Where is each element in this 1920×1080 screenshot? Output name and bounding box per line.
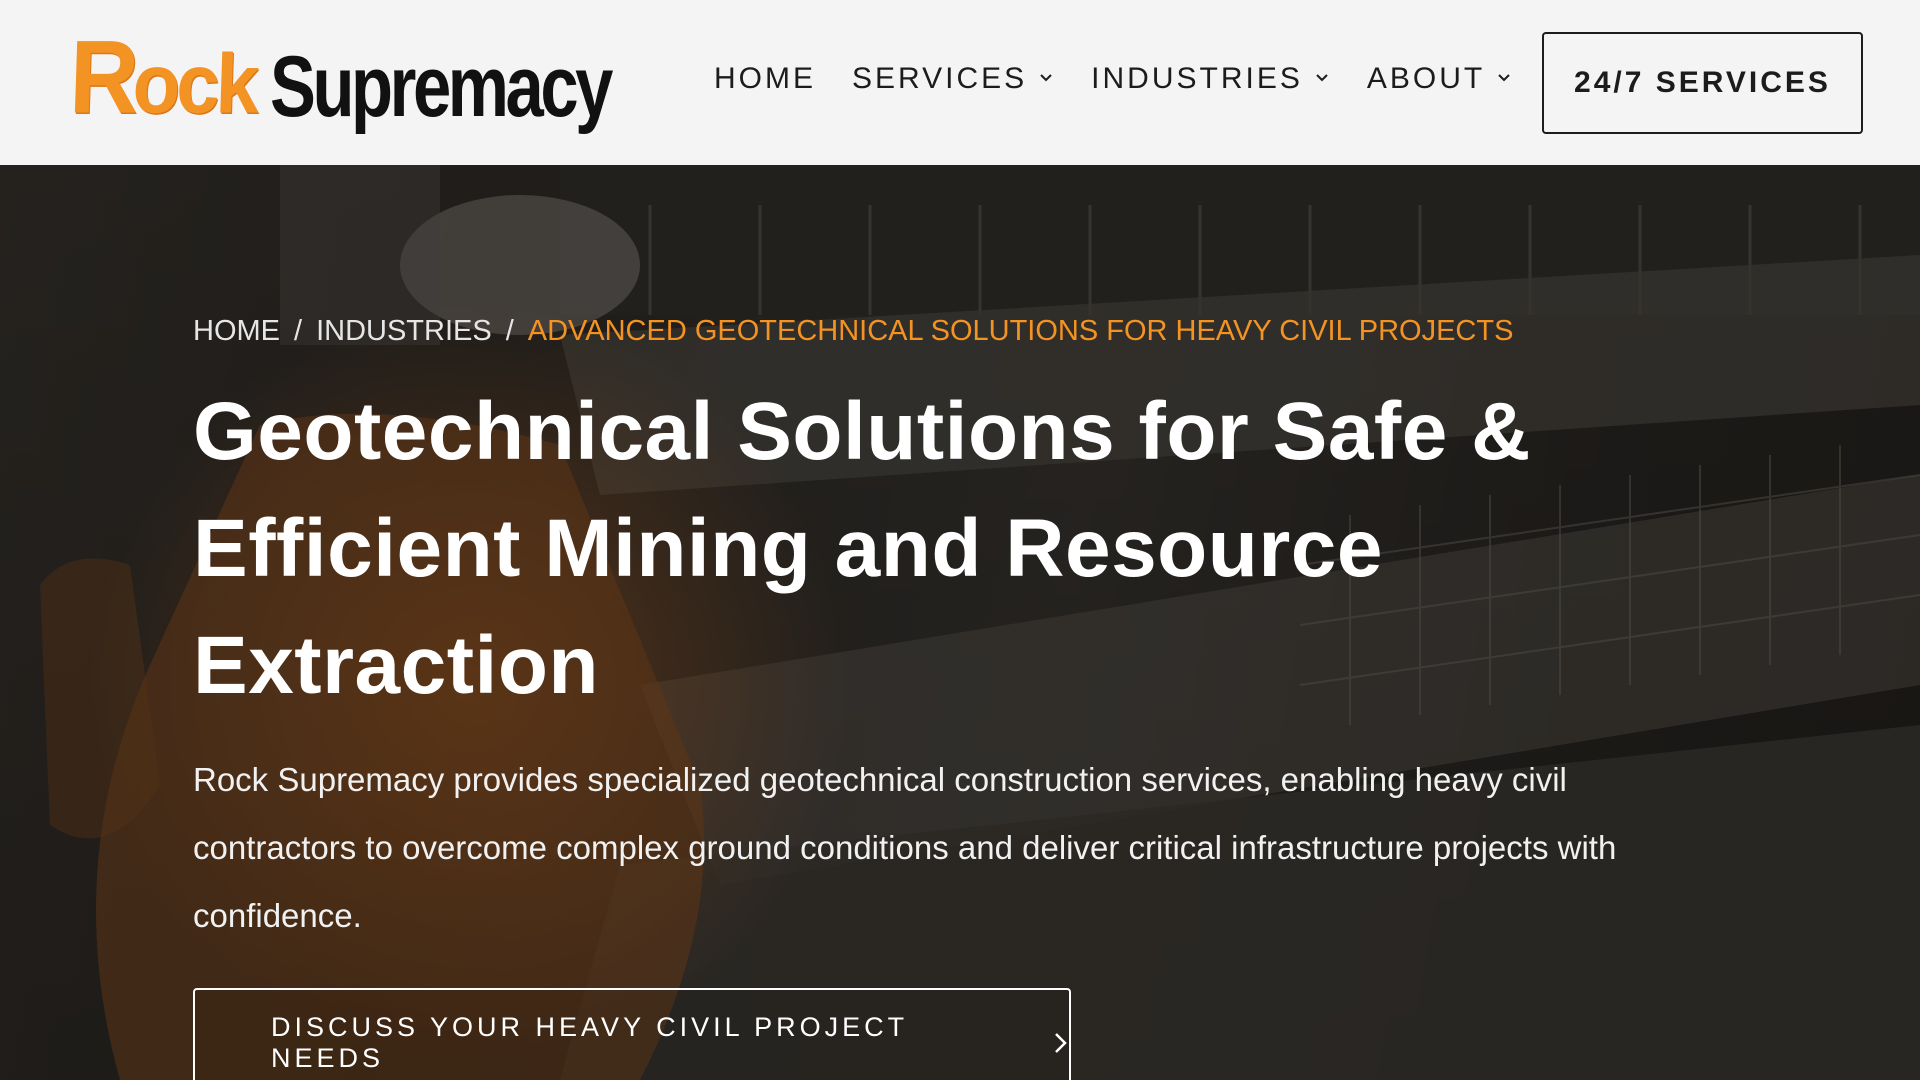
- breadcrumb-separator: /: [294, 315, 303, 347]
- discuss-project-button[interactable]: DISCUSS YOUR HEAVY CIVIL PROJECT NEEDS: [193, 988, 1071, 1080]
- logo-supremacy-text: Supremacy: [269, 38, 613, 135]
- breadcrumb: HOME / INDUSTRIES / ADVANCED GEOTECHNICA…: [193, 315, 1513, 348]
- breadcrumb-separator: /: [505, 315, 514, 347]
- chevron-down-icon: [1037, 68, 1055, 86]
- nav-item-industries[interactable]: INDUSTRIES: [1091, 62, 1331, 96]
- nav-item-home[interactable]: HOME: [714, 62, 816, 96]
- nav-item-services[interactable]: SERVICES: [852, 62, 1055, 96]
- breadcrumb-home-link[interactable]: HOME: [193, 315, 280, 348]
- nav-item-label: INDUSTRIES: [1091, 62, 1303, 95]
- logo-rock-rest: ock: [131, 36, 257, 132]
- site-logo[interactable]: Rock Supremacy: [68, 20, 665, 136]
- chevron-right-icon: [1053, 1030, 1069, 1056]
- nav-item-label: HOME: [714, 62, 816, 95]
- nav-item-label: ABOUT: [1366, 62, 1486, 95]
- nav-item-about[interactable]: ABOUT: [1367, 62, 1513, 96]
- services-24-7-button[interactable]: 24/7 SERVICES: [1542, 32, 1863, 134]
- chevron-down-icon: [1313, 68, 1331, 86]
- hero-description: Rock Supremacy provides specialized geot…: [193, 761, 1617, 934]
- site-header: Rock Supremacy HOME SERVICES INDUSTRIES …: [0, 0, 1920, 165]
- breadcrumb-current-page: ADVANCED GEOTECHNICAL SOLUTIONS FOR HEAV…: [527, 315, 1514, 347]
- hero-section: HOME / INDUSTRIES / ADVANCED GEOTECHNICA…: [0, 165, 1920, 1080]
- chevron-down-icon: [1495, 68, 1513, 86]
- logo-rock-initial: R: [67, 19, 135, 136]
- page-title: Geotechnical Solutions for Safe & Effici…: [193, 386, 1531, 711]
- nav-item-label: SERVICES: [852, 62, 1028, 95]
- discuss-project-button-label: DISCUSS YOUR HEAVY CIVIL PROJECT NEEDS: [271, 1012, 908, 1073]
- main-nav: HOME SERVICES INDUSTRIES ABOUT: [714, 62, 1549, 96]
- breadcrumb-industries-link[interactable]: INDUSTRIES: [316, 315, 492, 348]
- logo-rock-text: Rock: [68, 20, 257, 136]
